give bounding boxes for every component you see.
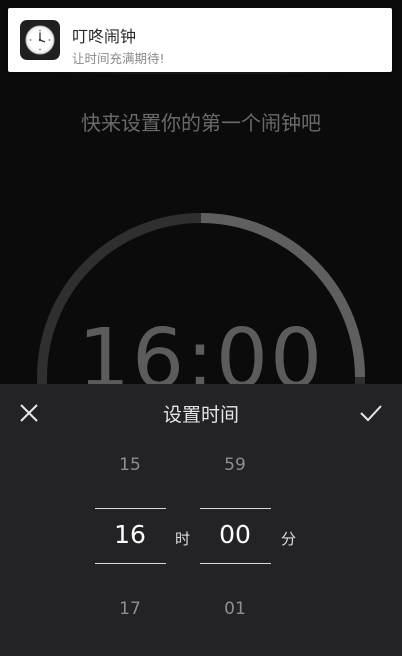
hour-selected[interactable]: 16: [94, 520, 166, 549]
minute-selection-top-line: [200, 508, 271, 509]
time-picker-sheet: 设置时间 15 16 17 时 59 00 01 分: [0, 384, 402, 656]
clock-icon: [20, 20, 60, 60]
minute-unit-label: 分: [281, 530, 297, 548]
minute-prev[interactable]: 59: [199, 455, 271, 475]
minute-selected[interactable]: 00: [199, 520, 271, 549]
picker-title: 设置时间: [162, 404, 239, 426]
hour-selection-top-line: [95, 508, 166, 509]
minute-next[interactable]: 01: [199, 599, 271, 619]
notification-title: 叮咚闹钟: [72, 27, 137, 46]
notification-subtitle: 让时间充满期待!: [72, 51, 165, 66]
check-icon: [360, 405, 382, 422]
hour-next[interactable]: 17: [94, 599, 166, 619]
hour-prev[interactable]: 15: [94, 455, 166, 475]
minute-selection-bottom-line: [200, 563, 271, 564]
hour-selection-bottom-line: [95, 563, 166, 564]
hour-unit-label: 时: [175, 530, 191, 548]
confirm-button[interactable]: [356, 398, 386, 428]
notification-banner[interactable]: 叮咚闹钟 让时间充满期待!: [8, 8, 392, 72]
